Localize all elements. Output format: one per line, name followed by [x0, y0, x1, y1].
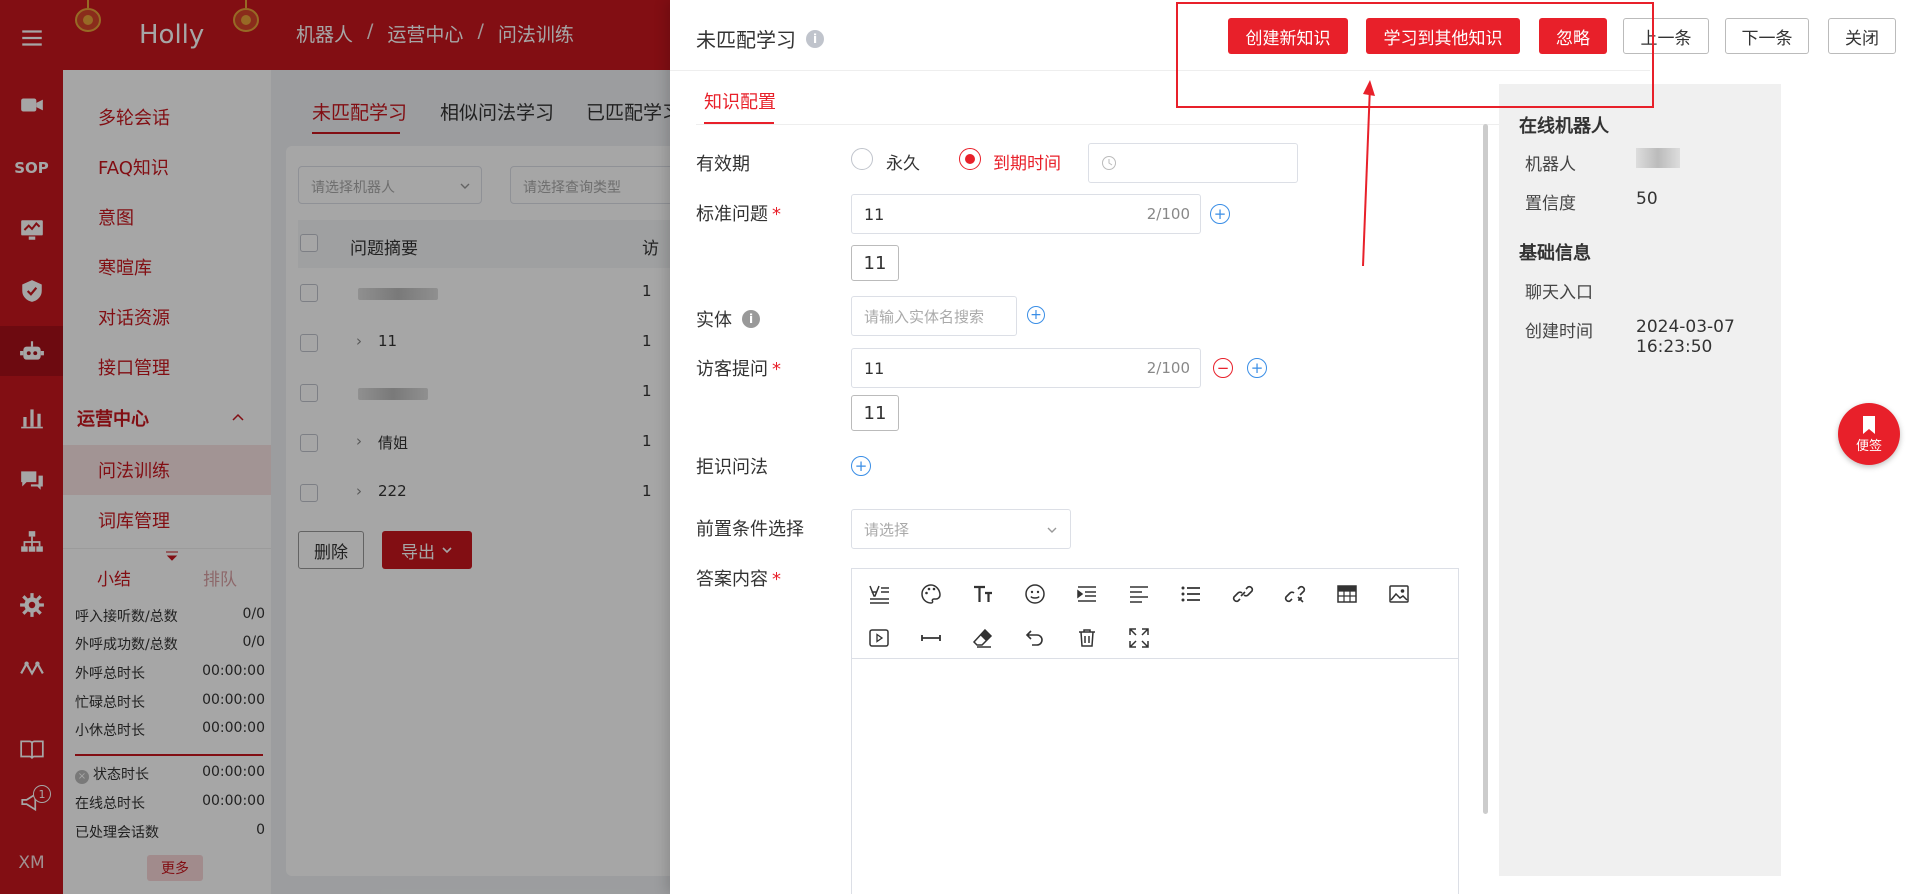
align-left-icon[interactable]: [1126, 581, 1152, 607]
std-question-tag[interactable]: 11: [851, 245, 899, 281]
video-icon[interactable]: [866, 625, 892, 651]
visitor-question-label: 访客提问 *: [696, 359, 781, 380]
image-icon[interactable]: [1386, 581, 1412, 607]
entity-search-input[interactable]: 请输入实体名搜索: [851, 296, 1017, 336]
std-question-label: 标准问题 *: [696, 204, 781, 225]
entity-label: 实体 i: [696, 306, 760, 332]
blurred-robot-name: [1636, 148, 1680, 168]
robot-key: 机器人: [1525, 155, 1576, 175]
chat-entry-key: 聊天入口: [1525, 283, 1593, 303]
reject-question-label: 拒识问法: [696, 457, 768, 478]
basic-info-heading: 基础信息: [1519, 243, 1591, 264]
visitor-question-input[interactable]: 11 2/100: [851, 348, 1201, 388]
horizontal-rule-icon[interactable]: [918, 625, 944, 651]
remove-visitor-question-icon[interactable]: −: [1213, 358, 1233, 378]
annotation-arrow-icon: [1362, 80, 1375, 267]
paragraph-format-icon[interactable]: [866, 581, 892, 607]
form-scrollbar[interactable]: [1483, 124, 1488, 814]
precondition-select[interactable]: 请选择: [851, 509, 1071, 549]
chevron-down-icon: [1047, 527, 1057, 533]
font-size-icon[interactable]: [970, 581, 996, 607]
clock-icon: [1102, 156, 1116, 170]
delete-icon[interactable]: [1074, 625, 1100, 651]
bookmark-icon: [1863, 415, 1875, 434]
validity-label: 有效期: [696, 154, 750, 175]
answer-label: 答案内容 *: [696, 569, 781, 590]
add-std-question-icon[interactable]: +: [1210, 204, 1230, 224]
table-icon[interactable]: [1334, 581, 1360, 607]
confidence-value: 50: [1636, 189, 1658, 209]
created-time-value: 2024-03-07 16:23:50: [1636, 317, 1735, 357]
validity-forever-radio[interactable]: [851, 148, 873, 170]
info-icon[interactable]: i: [742, 310, 760, 328]
indent-icon[interactable]: [1074, 581, 1100, 607]
validity-until-radio[interactable]: [959, 148, 981, 170]
answer-rich-editor[interactable]: [851, 568, 1459, 894]
close-button[interactable]: 关闭: [1828, 18, 1896, 54]
add-reject-question-icon[interactable]: +: [851, 456, 871, 476]
bullet-list-icon[interactable]: [1178, 581, 1204, 607]
sticky-note-button[interactable]: 便签: [1838, 403, 1900, 465]
validity-until-label[interactable]: 到期时间: [993, 149, 1061, 174]
color-palette-icon[interactable]: [918, 581, 944, 607]
annotation-highlight-box: [1176, 2, 1654, 108]
confidence-key: 置信度: [1525, 194, 1576, 214]
created-time-key: 创建时间: [1525, 322, 1593, 342]
precondition-label: 前置条件选择: [696, 519, 804, 540]
link-icon[interactable]: [1230, 581, 1256, 607]
add-entity-icon[interactable]: +: [1027, 306, 1045, 324]
validity-forever-label[interactable]: 永久: [886, 149, 920, 174]
expiry-date-picker[interactable]: [1088, 143, 1298, 183]
emoji-icon[interactable]: [1022, 581, 1048, 607]
info-panel: 在线机器人 机器人 置信度 50 基础信息 聊天入口 创建时间 2024-03-…: [1499, 84, 1781, 876]
info-icon[interactable]: i: [806, 29, 824, 48]
std-question-input[interactable]: 11 2/100: [851, 194, 1201, 234]
add-visitor-question-icon[interactable]: +: [1247, 358, 1267, 378]
char-counter: 2/100: [1146, 205, 1190, 223]
unmatched-learning-drawer: 未匹配学习 i 创建新知识 学习到其他知识 忽略 上一条 下一条 关闭 知识配置…: [670, 0, 1920, 894]
fullscreen-icon[interactable]: [1126, 625, 1152, 651]
next-button[interactable]: 下一条: [1725, 18, 1809, 54]
drawer-backdrop[interactable]: [0, 0, 670, 894]
undo-icon[interactable]: [1022, 625, 1048, 651]
tab-divider: [696, 124, 1636, 125]
online-robot-heading: 在线机器人: [1519, 116, 1609, 137]
editor-toolbar: [852, 569, 1458, 659]
char-counter: 2/100: [1146, 359, 1190, 377]
eraser-icon[interactable]: [970, 625, 996, 651]
visitor-question-tag[interactable]: 11: [851, 395, 899, 431]
drawer-title: 未匹配学习 i: [696, 24, 824, 53]
tab-knowledge-config[interactable]: 知识配置: [704, 88, 776, 114]
unlink-icon[interactable]: [1282, 581, 1308, 607]
